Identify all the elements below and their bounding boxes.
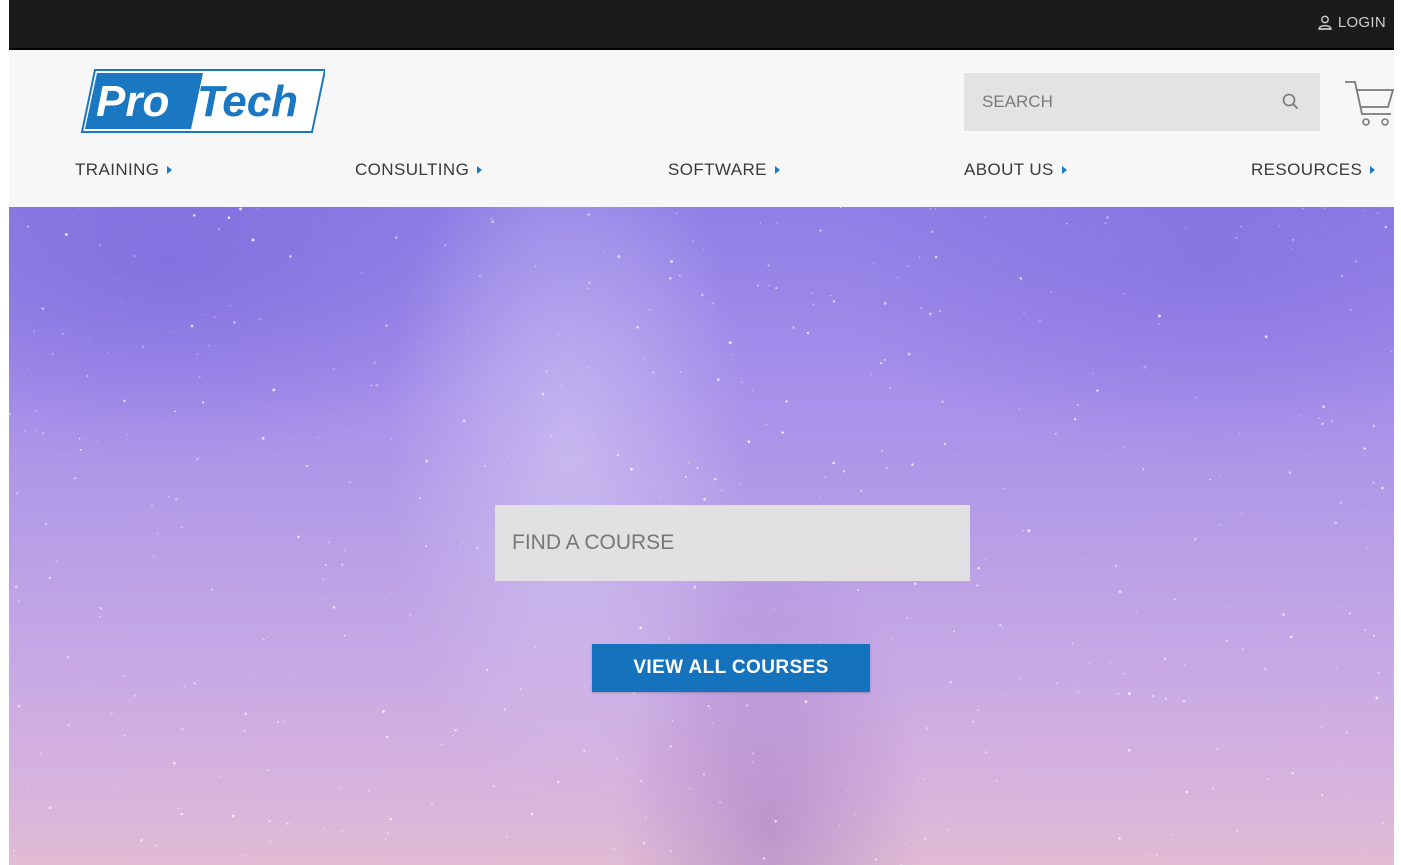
browser-viewport: LOGIN Pro Tech SEARCH TRAINING CONSULTIN…	[0, 0, 1401, 865]
site-header: Pro Tech SEARCH TRAINING CONSULTING SOFT…	[9, 50, 1394, 207]
nav-item-label: TRAINING	[75, 160, 160, 179]
main-nav: TRAINING CONSULTING SOFTWARE ABOUT US RE…	[9, 160, 1394, 186]
nav-item-label: CONSULTING	[355, 160, 470, 179]
caret-right-icon	[477, 166, 483, 174]
logo-text-tech: Tech	[197, 77, 298, 126]
nav-item-training[interactable]: TRAINING	[75, 160, 173, 180]
nav-item-consulting[interactable]: CONSULTING	[355, 160, 483, 180]
logo-text-pro: Pro	[96, 77, 169, 126]
nav-item-software[interactable]: SOFTWARE	[668, 160, 780, 180]
nav-item-label: RESOURCES	[1251, 160, 1363, 179]
login-label: LOGIN	[1337, 14, 1386, 31]
nav-item-label: SOFTWARE	[668, 160, 767, 179]
search-icon[interactable]	[1280, 91, 1302, 113]
caret-right-icon	[1061, 166, 1067, 174]
utility-bar: LOGIN	[9, 0, 1394, 50]
nav-item-about-us[interactable]: ABOUT US	[964, 160, 1067, 180]
protech-logo[interactable]: Pro Tech	[79, 68, 325, 134]
page: LOGIN Pro Tech SEARCH TRAINING CONSULTIN…	[9, 0, 1394, 865]
user-icon	[1318, 15, 1332, 30]
hero-banner: VIEW ALL COURSES	[9, 207, 1394, 865]
nav-item-resources[interactable]: RESOURCES	[1251, 160, 1376, 180]
nav-item-label: ABOUT US	[964, 160, 1054, 179]
caret-right-icon	[1370, 166, 1376, 174]
caret-right-icon	[167, 166, 173, 174]
caret-right-icon	[774, 166, 780, 174]
cart-icon[interactable]	[1343, 76, 1394, 130]
site-search	[964, 73, 1320, 131]
view-all-courses-button[interactable]: VIEW ALL COURSES	[592, 644, 870, 692]
find-course-input[interactable]	[495, 505, 970, 581]
search-input[interactable]	[964, 73, 1254, 131]
login-link[interactable]: LOGIN	[1318, 14, 1386, 31]
